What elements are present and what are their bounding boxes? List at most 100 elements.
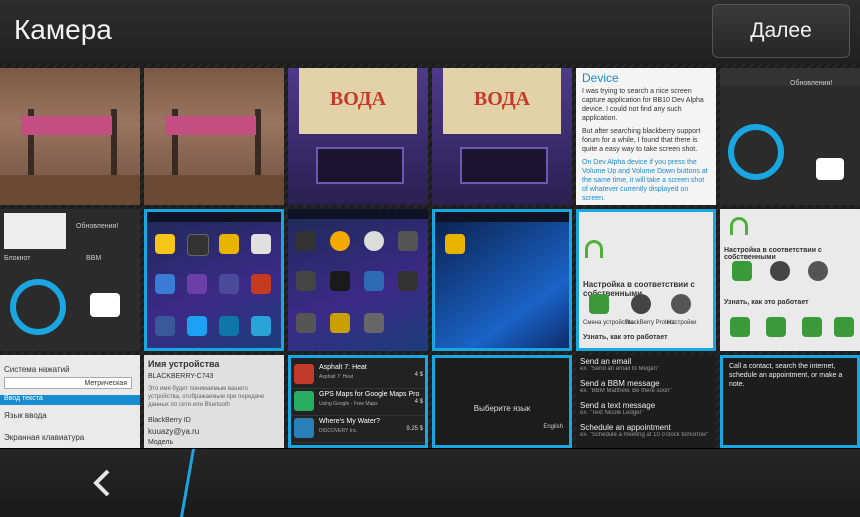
thumbnail-screenshot-selected[interactable]: Asphalt 7: Heat Asphalt 7: Heat 4 $ GPS Map… — [288, 355, 428, 448]
language-option: English — [543, 424, 563, 430]
article-paragraph: But after searching blackberry support f… — [582, 128, 701, 153]
linkedin-icon — [219, 316, 239, 336]
chair-seat — [21, 115, 112, 136]
back-button[interactable] — [68, 457, 136, 509]
facebook-icon — [155, 316, 175, 336]
wifi-icon — [730, 217, 748, 235]
magnifier-icon — [728, 124, 784, 180]
app-icon — [219, 234, 239, 254]
thumbnail-screenshot[interactable]: Обновления! Блокнот BBM — [0, 209, 140, 351]
thumbnail-screenshot[interactable]: Имя устройства BLACKBERRY-C743 Это имя б… — [144, 355, 284, 448]
app-tabs — [435, 212, 569, 222]
thumb-label: BBM — [86, 255, 102, 262]
command-name: Send an email — [580, 357, 632, 366]
app-icon — [155, 274, 175, 294]
thumbnail-screenshot[interactable] — [288, 209, 428, 351]
thumbnail-screenshot-selected[interactable]: Настройка в соответствии с собственными … — [576, 209, 716, 351]
thumbnail-screenshot[interactable]: Система нажатий Метрическая Ввод текста … — [0, 355, 140, 448]
command-hint: ex. "BBM Matthew. Be there soon" — [580, 388, 672, 394]
vending-sign: ВОДА — [443, 68, 561, 134]
camera-icon — [90, 293, 120, 317]
app-icon — [294, 391, 314, 411]
command-name: Schedule an appointment — [580, 423, 671, 432]
gear-icon — [808, 261, 828, 281]
setting-value: kuuazy@ya.ru — [148, 427, 200, 436]
command-hint: ex. "Schedule a meeting at 10 o'clock to… — [580, 432, 709, 438]
thumbnail-photo[interactable]: ВОДА — [432, 68, 572, 205]
vending-sign: ВОДА — [299, 68, 417, 134]
app-tabs — [147, 212, 281, 222]
app-icon — [294, 364, 314, 384]
device-switch-icon — [732, 261, 752, 281]
vending-sign-text: ВОДА — [473, 87, 531, 110]
thumbnail-screenshot[interactable]: Send an email ex. "Send an email to Megan… — [576, 355, 716, 448]
learn-more-label: Узнать, как это работает — [724, 299, 809, 306]
blackberry-protect-icon — [631, 294, 651, 314]
gear-icon — [364, 313, 384, 333]
device-switch-icon — [589, 294, 609, 314]
setting-label: BlackBerry ID — [148, 417, 191, 424]
setting-label: Имя устройства — [148, 359, 220, 369]
learn-more-label: Узнать, как это работает — [583, 334, 668, 341]
next-button[interactable]: Далее — [712, 4, 850, 58]
app-publisher: Asphalt 7: Heat — [319, 374, 354, 380]
app-name: GPS Maps for Google Maps Pro — [319, 391, 420, 398]
setting-value: BLACKBERRY-C743 — [148, 373, 214, 380]
page-title: Камера — [14, 14, 112, 45]
store-list-item[interactable]: Asphalt 7: Heat Asphalt 7: Heat 4 $ — [291, 362, 425, 389]
command-list-item[interactable]: Schedule an appointment ex. "Schedule a m… — [580, 423, 712, 438]
thumbnail-screenshot[interactable]: Обновления! — [720, 68, 860, 205]
thumb-label: Блокнот — [4, 255, 31, 262]
app-publisher: DISCOVERY Inc. — [319, 428, 358, 434]
app-icon — [330, 231, 350, 251]
app-icon — [251, 274, 271, 294]
gear-icon — [671, 294, 691, 314]
app-price: 4 $ — [414, 372, 423, 378]
app-icon — [330, 271, 350, 291]
thumbnail-screenshot[interactable]: Device I was trying to search a nice scr… — [576, 68, 716, 205]
command-name: Send a text message — [580, 401, 656, 410]
blackberry-protect-icon — [770, 261, 790, 281]
thumbnail-screenshot-selected[interactable] — [144, 209, 284, 351]
command-list-item[interactable]: Send an email ex. "Send an email to Megan… — [580, 357, 712, 372]
thumbnail-screenshot[interactable]: Настройка в соответствии с собственными … — [720, 209, 860, 351]
app-icon — [187, 234, 209, 256]
thumbnail-photo[interactable] — [0, 68, 140, 205]
setting-description: Это имя будет понимаемым вашего устройст… — [148, 386, 265, 408]
app-icon — [398, 231, 418, 251]
chair-seat — [165, 115, 256, 136]
app-icon — [398, 271, 418, 291]
app-name: Asphalt 7: Heat — [319, 364, 367, 371]
clock-icon — [364, 231, 384, 251]
thumbnail-screenshot-selected[interactable]: Выберите язык English — [432, 355, 572, 448]
floor — [0, 174, 140, 205]
store-list-item[interactable]: Where's My Water? DISCOVERY Inc. 9.25 $ — [291, 416, 425, 443]
setting-label: Экранная клавиатура — [4, 433, 85, 442]
store-list-item[interactable]: GPS Maps for Google Maps Pro Using Google… — [291, 389, 425, 416]
voice-hint-text: Call a contact, search the internet, sch… — [729, 363, 843, 388]
thumbnail-grid: ВОДА ВОДА Device I was trying to search … — [0, 64, 860, 448]
command-list-item[interactable]: Send a BBM message ex. "BBM Matthew. Be t… — [580, 379, 712, 394]
setting-label: Язык ввода — [4, 411, 47, 420]
twitter-icon — [187, 316, 207, 336]
command-hint: ex. "Text Nicole Ledger" — [580, 410, 644, 416]
app-icon — [219, 274, 239, 294]
app-icon — [296, 313, 316, 333]
thumbnail-screenshot-selected[interactable] — [432, 209, 572, 351]
command-list-item[interactable]: Send a text message ex. "Text Nicole Ledg… — [580, 401, 712, 416]
app-icon — [187, 274, 207, 294]
thumbnail-photo[interactable]: ВОДА — [288, 68, 428, 205]
magnifier-icon — [10, 279, 66, 335]
thumbnail-photo[interactable] — [144, 68, 284, 205]
app-icon — [445, 234, 465, 254]
thumbnail-screenshot-selected[interactable]: Call a contact, search the internet, sch… — [720, 355, 860, 448]
setting-label: Система нажатий — [4, 365, 70, 374]
app-icon — [296, 271, 316, 291]
option-label: Настройки — [667, 320, 697, 326]
app-name: Where's My Water? — [319, 418, 380, 425]
article-paragraph: I was trying to search a nice screen cap… — [582, 88, 704, 122]
setup-label: Настройка в соответствии с собственными — [724, 247, 822, 261]
vending-panel — [460, 147, 548, 185]
camera-icon — [816, 158, 844, 180]
floor — [144, 174, 284, 205]
